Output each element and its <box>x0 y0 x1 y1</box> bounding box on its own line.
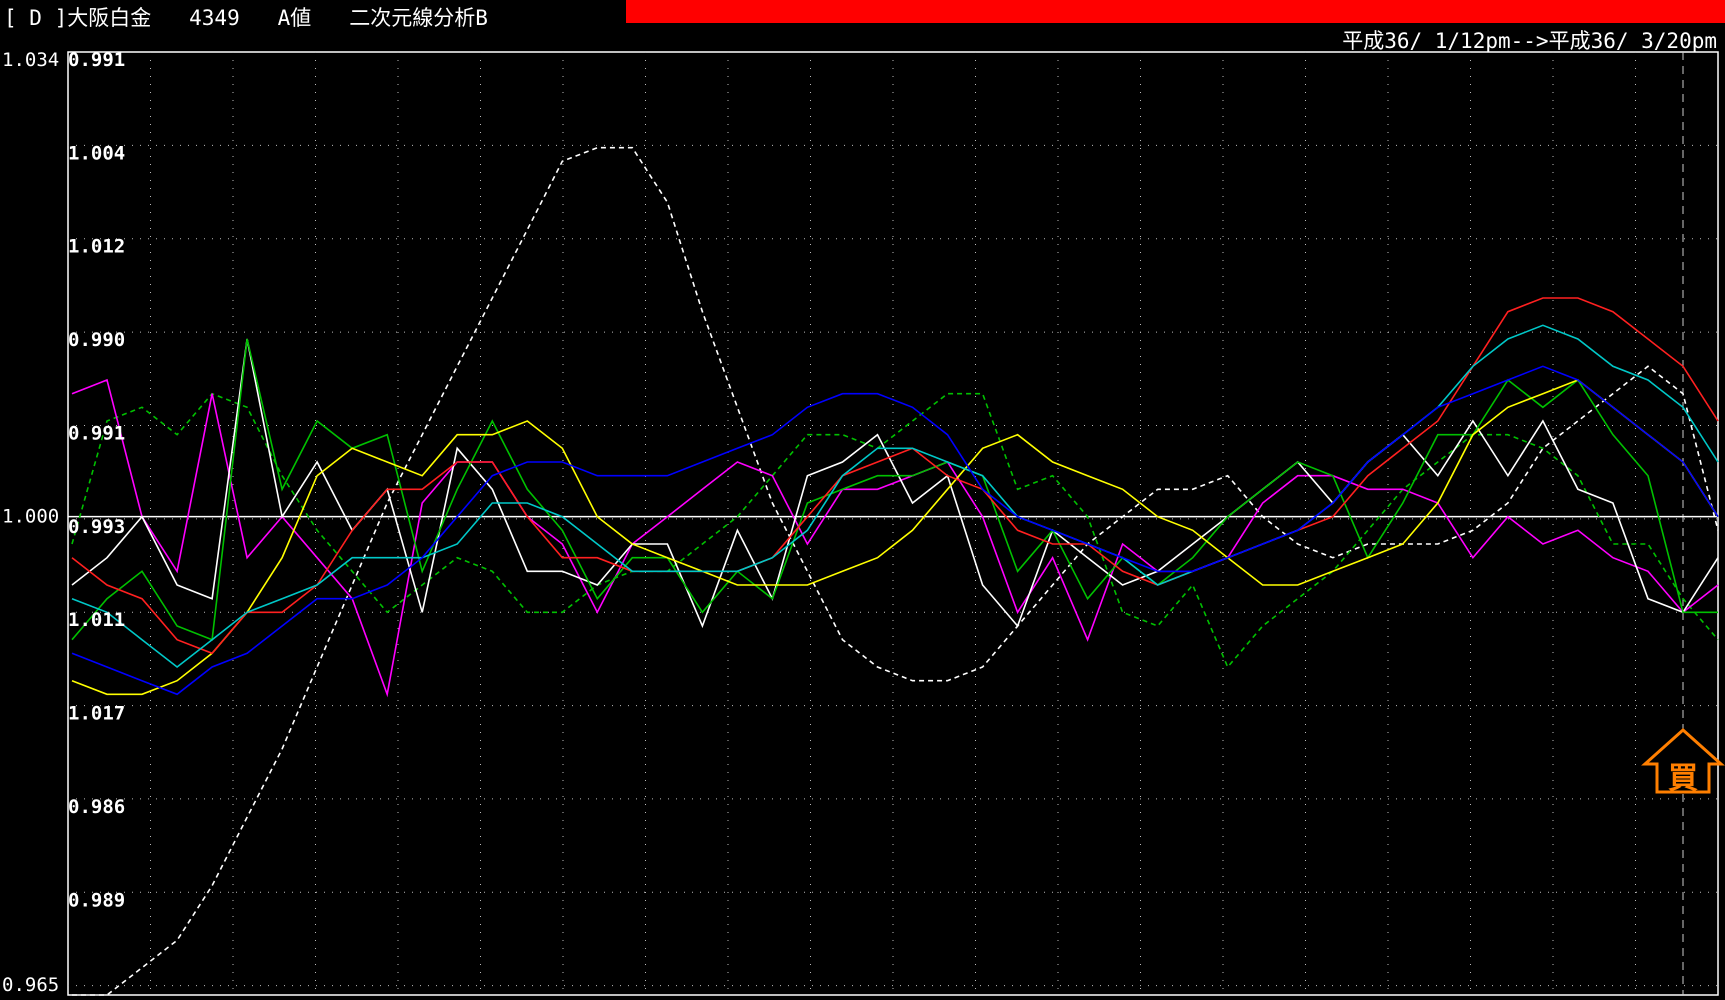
inner-axis-label: 1.011 <box>68 609 125 631</box>
header: [ D ]大阪白金 4349 A値 二次元線分析B 平成36/ 1/12pm--… <box>0 0 1725 53</box>
ratio-tick-label: 1.034 <box>2 49 59 71</box>
series-line-0 <box>72 146 1719 996</box>
inner-axis-label: 0.991 <box>68 422 125 444</box>
inner-axis-label: 0.986 <box>68 796 125 818</box>
ratio-tick-label: 1.000 <box>2 506 59 528</box>
buy-signal-text: 買 <box>1668 761 1698 796</box>
inner-axis-label: 0.993 <box>68 516 125 538</box>
plot-frame <box>67 51 1719 996</box>
series-group <box>71 146 1719 996</box>
inner-axis-label: 0.989 <box>68 889 125 911</box>
chart: 1.034 1.000 0.965 0.991 1.004 1.012 0.990 0.991… <box>2 49 1725 996</box>
series-line-4 <box>71 338 1718 641</box>
header-title: [ D ]大阪白金 4349 A値 二次元線分析B <box>4 6 488 30</box>
buy-signal: 買 <box>1641 727 1725 796</box>
inner-axis-label: 0.990 <box>68 329 125 351</box>
inner-axis-label: 1.004 <box>68 142 125 164</box>
ratio-tick-label: 0.965 <box>2 974 59 996</box>
header-status-bar <box>626 0 1725 23</box>
inner-axis-label: 0.991 <box>68 49 125 71</box>
series-line-5 <box>71 379 1719 696</box>
series-line-7 <box>71 324 1719 669</box>
axis-labels: 1.034 1.000 0.965 0.991 1.004 1.012 0.990 0.991… <box>2 49 125 996</box>
chart-grid <box>67 51 1719 996</box>
inner-axis-label: 1.012 <box>68 236 125 258</box>
inner-axis-label: 1.017 <box>68 703 125 725</box>
series-line-2 <box>71 378 1719 698</box>
date-range: 平成36/ 1/12pm-->平成36/ 3/20pm <box>1342 29 1717 53</box>
